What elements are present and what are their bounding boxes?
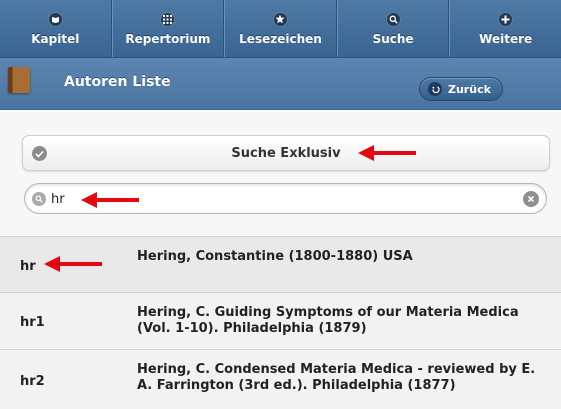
exclusive-search-label: Suche Exklusiv: [231, 146, 341, 161]
back-button-label: Zurück: [448, 82, 491, 96]
search-icon: [385, 11, 401, 27]
nav-kapitel-label: Kapitel: [31, 31, 80, 46]
list-item-text: Hering, C. Condensed Materia Medica - re…: [137, 362, 536, 393]
list-item-code: hr2: [20, 374, 45, 389]
plus-icon: [498, 11, 514, 27]
nav-repertorium-label: Repertorium: [125, 31, 211, 46]
list-item-text: Hering, C. Guiding Symptoms of our Mater…: [137, 305, 519, 336]
results-list: hr Hering, Constantine (1800-1880) USA h…: [0, 236, 561, 409]
nav-weitere-label: Weitere: [479, 31, 533, 46]
filter-area: [0, 111, 561, 236]
back-arrow-icon: [428, 82, 442, 96]
list-item[interactable]: hr1 Hering, C. Guiding Symptoms of our M…: [0, 292, 561, 349]
book-icon: [8, 67, 30, 93]
list-item[interactable]: hr2 Hering, C. Condensed Materia Medica …: [0, 349, 561, 409]
nav-suche-label: Suche: [372, 31, 414, 46]
search-icon: [32, 192, 46, 206]
search-input[interactable]: [51, 190, 511, 208]
clear-icon[interactable]: [523, 191, 539, 207]
page-title: Autoren Liste: [64, 74, 171, 90]
list-item[interactable]: hr Hering, Constantine (1800-1880) USA: [0, 236, 561, 292]
search-field[interactable]: [24, 183, 547, 214]
book-open-icon: [47, 11, 63, 27]
star-icon: [272, 11, 288, 27]
top-navbar: Kapitel Repertorium Lesezeichen Suche We…: [0, 0, 561, 58]
grid-icon: [160, 11, 176, 27]
list-item-code: hr: [20, 259, 36, 274]
nav-lesezeichen-button[interactable]: Lesezeichen: [224, 0, 337, 57]
back-button[interactable]: Zurück: [419, 77, 503, 101]
list-item-text: Hering, Constantine (1800-1880) USA: [137, 249, 413, 264]
nav-lesezeichen-label: Lesezeichen: [239, 31, 322, 46]
nav-weitere-button[interactable]: Weitere: [449, 0, 561, 57]
nav-suche-button[interactable]: Suche: [336, 0, 450, 57]
exclusive-search-toggle[interactable]: Suche Exklusiv: [22, 135, 550, 171]
list-item-code: hr1: [20, 315, 45, 330]
nav-kapitel-button[interactable]: Kapitel: [0, 0, 112, 57]
nav-repertorium-button[interactable]: Repertorium: [111, 0, 225, 57]
